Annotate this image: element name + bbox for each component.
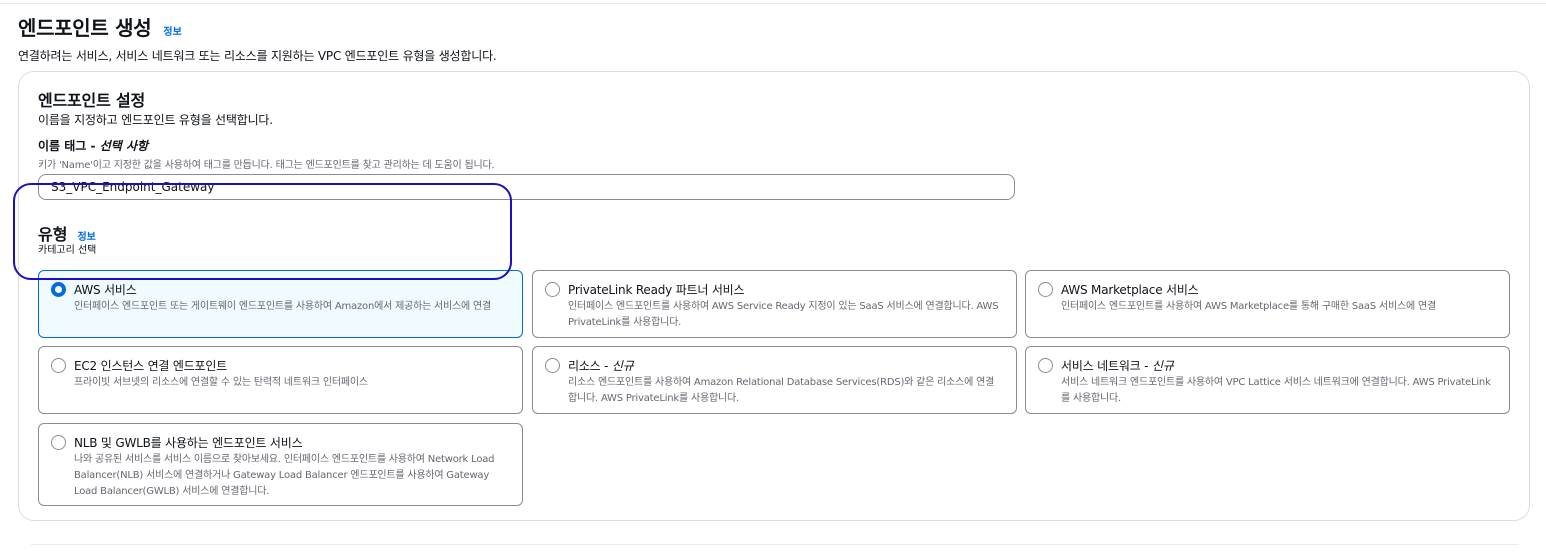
type-option-title: AWS Marketplace 서비스	[1061, 281, 1199, 298]
type-option-title: NLB 및 GWLB를 사용하는 엔드포인트 서비스	[74, 434, 303, 451]
page-header: 엔드포인트 생성 정보 연결하려는 서비스, 서비스 네트워크 또는 리소스를 …	[18, 12, 497, 64]
name-tag-description: 키가 'Name'이고 지정한 값을 사용하여 태그를 만듭니다. 태그는 엔드…	[38, 160, 495, 171]
radio-selected-icon[interactable]	[51, 282, 66, 297]
type-option-description: 나와 공유된 서비스를 서비스 이름으로 찾아보세요. 인터페이스 엔드포인트를…	[74, 454, 495, 497]
endpoint-settings-container: 엔드포인트 설정 이름을 지정하고 엔드포인트 유형을 선택합니다. 이름 태그…	[18, 71, 1530, 521]
type-option-title-text: 서비스 네트워크 -	[1061, 359, 1152, 373]
page-info-link[interactable]: 정보	[163, 23, 181, 38]
page-title: 엔드포인트 생성	[18, 16, 152, 40]
radio-icon[interactable]	[545, 282, 560, 297]
new-badge: 신규	[611, 359, 634, 373]
type-option-description: 프라이빗 서브넷의 리소스에 연결할 수 있는 탄력적 네트워크 인터페이스	[74, 377, 368, 388]
type-option-nlb-gwlb-endpoint-services[interactable]: NLB 및 GWLB를 사용하는 엔드포인트 서비스 나와 공유된 서비스를 서…	[38, 423, 523, 506]
type-description: 카테고리 선택	[38, 245, 97, 256]
type-option-description: 리소스 엔드포인트를 사용하여 Amazon Relational Databa…	[568, 377, 995, 404]
bottom-divider	[31, 544, 1519, 545]
radio-icon[interactable]	[51, 435, 66, 450]
type-option-service-network[interactable]: 서비스 네트워크 - 신규 서비스 네트워크 엔드포인트를 사용하여 VPC L…	[1025, 346, 1510, 414]
radio-icon[interactable]	[545, 358, 560, 373]
type-option-title-text: EC2 인스턴스 연결 엔드포인트	[74, 359, 228, 373]
type-option-title: EC2 인스턴스 연결 엔드포인트	[74, 357, 227, 374]
type-option-ec2-instance-connect[interactable]: EC2 인스턴스 연결 엔드포인트 프라이빗 서브넷의 리소스에 연결할 수 있…	[38, 346, 523, 414]
name-tag-label: 이름 태그 - 선택 사항	[38, 137, 148, 154]
type-option-title: 리소스 - 신규	[568, 357, 634, 374]
radio-icon[interactable]	[1038, 282, 1053, 297]
type-option-title-text: PrivateLink Ready 파트너 서비스	[568, 283, 745, 297]
type-option-title-text: NLB 및 GWLB를 사용하는 엔드포인트 서비스	[74, 436, 303, 450]
type-option-title: 서비스 네트워크 - 신규	[1061, 357, 1174, 374]
name-tag-input[interactable]	[38, 174, 1015, 200]
type-option-description: 인터페이스 엔드포인트 또는 게이트웨이 엔드포인트를 사용하여 Amazon에…	[74, 301, 492, 312]
section-description: 이름을 지정하고 엔드포인트 유형을 선택합니다.	[38, 113, 273, 127]
page-title-row: 엔드포인트 생성 정보	[18, 12, 497, 41]
type-option-aws-marketplace[interactable]: AWS Marketplace 서비스 인터페이스 엔드포인트를 사용하여 AW…	[1025, 270, 1510, 338]
new-badge: 신규	[1151, 359, 1174, 373]
section-title: 엔드포인트 설정	[38, 91, 146, 110]
type-option-title: PrivateLink Ready 파트너 서비스	[568, 281, 745, 298]
name-tag-optional: 선택 사항	[99, 139, 149, 153]
type-option-resources[interactable]: 리소스 - 신규 리소스 엔드포인트를 사용하여 Amazon Relation…	[532, 346, 1017, 414]
top-divider	[0, 3, 1546, 4]
type-option-description: 인터페이스 엔드포인트를 사용하여 AWS Marketplace를 통해 구매…	[1061, 301, 1436, 312]
type-option-title: AWS 서비스	[74, 281, 137, 298]
type-option-aws-services[interactable]: AWS 서비스 인터페이스 엔드포인트 또는 게이트웨이 엔드포인트를 사용하여…	[38, 270, 523, 338]
type-option-privatelink-ready[interactable]: PrivateLink Ready 파트너 서비스 인터페이스 엔드포인트를 사…	[532, 270, 1017, 338]
radio-icon[interactable]	[1038, 358, 1053, 373]
type-option-description: 인터페이스 엔드포인트를 사용하여 AWS Service Ready 지정이 …	[568, 301, 999, 328]
type-option-title-text: 리소스 -	[568, 359, 612, 373]
page-description: 연결하려는 서비스, 서비스 네트워크 또는 리소스를 지원하는 VPC 엔드포…	[18, 49, 497, 63]
type-option-description: 서비스 네트워크 엔드포인트를 사용하여 VPC Lattice 서비스 네트워…	[1061, 377, 1491, 404]
radio-icon[interactable]	[51, 358, 66, 373]
type-option-title-text: AWS 서비스	[74, 283, 137, 297]
type-option-title-text: AWS Marketplace 서비스	[1061, 283, 1199, 297]
name-tag-label-text: 이름 태그 -	[38, 139, 100, 153]
